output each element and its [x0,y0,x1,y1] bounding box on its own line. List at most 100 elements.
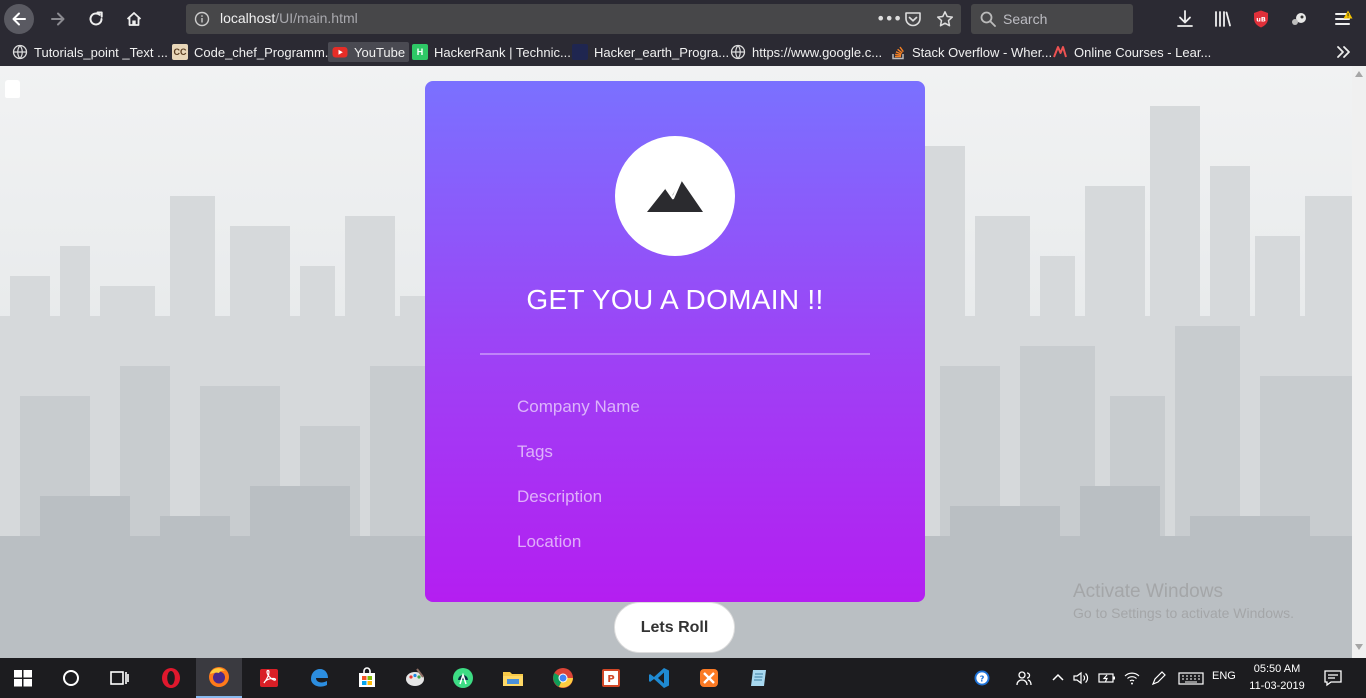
bookmark-stackoverflow[interactable]: Stack Overflow - Wher... [886,42,1056,62]
adblock-shield-icon[interactable]: uB [1251,9,1271,29]
search-bar[interactable]: Search [971,4,1133,34]
start-button[interactable] [0,658,46,698]
lets-roll-button[interactable]: Lets Roll [614,602,735,653]
bookmark-tutorialspoint[interactable]: Tutorials_point _Text ... [8,42,172,62]
taskbar-acrobat[interactable] [246,658,292,698]
hamburger-menu-icon[interactable] [1334,9,1354,29]
chevron-up-icon [1052,673,1064,681]
search-icon [980,11,996,27]
bookmark-youtube[interactable]: YouTube [328,42,410,62]
scroll-down-arrow-icon[interactable] [1355,644,1363,650]
globe-icon [730,44,746,60]
globe-icon [12,44,28,60]
clock-time: 05:50 AM [1253,663,1301,675]
reload-button[interactable] [81,4,111,34]
bookmark-codechef[interactable]: CC Code_chef_Programm... [168,42,340,62]
hackerearth-icon [572,44,588,60]
logo-circle [615,136,735,256]
card-divider [480,353,870,355]
bookmark-label: Stack Overflow - Wher... [912,44,1053,60]
android-studio-icon [453,668,473,688]
url-bar[interactable]: localhost/UI/main.html ••• [186,4,961,34]
tray-help[interactable]: ? [970,666,994,690]
chevron-double-right-icon[interactable] [1333,42,1353,62]
taskbar-store[interactable] [344,658,390,698]
tray-action-center[interactable] [1322,667,1344,689]
home-icon [126,12,142,26]
folder-icon [503,672,523,686]
taskbar-file-explorer[interactable] [490,658,536,698]
extension-icon[interactable] [1289,9,1309,29]
notepad-icon [751,670,766,686]
store-bag-icon [359,667,375,687]
pen-icon [1151,671,1166,686]
tray-touch-keyboard[interactable] [1176,668,1206,688]
battery-charging-icon [1098,673,1115,683]
pocket-icon[interactable] [904,11,922,27]
taskbar-opera[interactable] [148,658,194,698]
taskbar-android-studio[interactable] [440,658,486,698]
clock-date: 11-03-2019 [1249,680,1305,692]
card-title: GET YOU A DOMAIN !! [526,284,824,315]
bookmark-google[interactable]: https://www.google.c... [726,42,886,62]
edge-icon [311,669,328,687]
clock[interactable]: 05:50 AM 11-03-2019 [1246,661,1308,695]
taskbar-chrome[interactable] [540,658,586,698]
arrow-left-icon [12,12,26,26]
lock-icon [5,80,20,98]
url-path: /UI/main.html [275,10,358,26]
description-input[interactable] [517,481,837,513]
bookmark-hackerrank[interactable]: H HackerRank | Technic... [408,42,575,62]
tray-wifi[interactable] [1122,668,1142,688]
taskbar-powerpoint[interactable]: P [588,658,634,698]
udemy-icon [1053,46,1067,58]
language-indicator[interactable]: ENG [1212,670,1236,682]
taskbar-edge[interactable] [296,658,342,698]
taskbar-vscode[interactable] [636,658,682,698]
page-actions-button[interactable]: ••• [876,9,902,28]
taskbar-firefox[interactable] [196,658,242,698]
windows-logo-icon [14,670,32,687]
task-view-icon [110,671,129,685]
xampp-icon [700,669,718,687]
url-text[interactable]: localhost/UI/main.html [220,10,358,26]
taskbar-xampp[interactable] [686,658,732,698]
windows-taskbar: P ? ENG 05:50 AM 11-03-2019 [0,658,1366,698]
bookmarks-toolbar: Tutorials_point _Text ... CC Code_chef_P… [0,38,1366,66]
home-button[interactable] [119,4,149,34]
scroll-up-arrow-icon[interactable] [1355,71,1363,77]
task-view-button[interactable] [96,658,142,698]
firefox-icon [209,667,229,687]
bookmark-star-icon[interactable] [936,10,954,28]
info-icon[interactable] [194,11,210,27]
taskbar-notepad[interactable] [736,658,782,698]
cortana-button[interactable] [48,658,94,698]
speaker-icon [1073,671,1089,685]
forward-button[interactable] [43,4,73,34]
bookmark-udemy[interactable]: Online Courses - Lear... [1048,42,1215,62]
bookmark-label: Online Courses - Lear... [1074,44,1212,60]
tray-volume[interactable] [1071,668,1091,688]
tray-pen[interactable] [1149,668,1169,688]
library-icon[interactable] [1213,9,1233,29]
browser-chrome: localhost/UI/main.html ••• Search uB Tut… [0,0,1366,66]
tags-input[interactable] [517,436,837,468]
taskbar-paint[interactable] [392,658,438,698]
company-name-input[interactable] [517,391,837,423]
location-input[interactable] [517,526,837,558]
arrow-right-icon [51,12,65,26]
svg-text:?: ? [980,673,985,683]
bookmark-label: YouTube [354,44,406,60]
url-host: localhost [220,10,276,26]
activate-windows-watermark: Activate Windows Go to Settings to activ… [1073,581,1294,621]
tray-battery[interactable] [1097,668,1117,688]
download-icon[interactable] [1175,9,1195,29]
youtube-icon [332,47,348,58]
codechef-icon: CC [172,44,188,60]
back-button[interactable] [4,4,34,34]
vertical-scrollbar[interactable] [1352,66,1366,658]
bookmark-label: Hacker_earth_Progra... [594,44,730,60]
bookmark-hackerearth[interactable]: Hacker_earth_Progra... [568,42,733,62]
tray-show-hidden[interactable] [1048,668,1068,688]
tray-people[interactable] [1014,668,1034,688]
